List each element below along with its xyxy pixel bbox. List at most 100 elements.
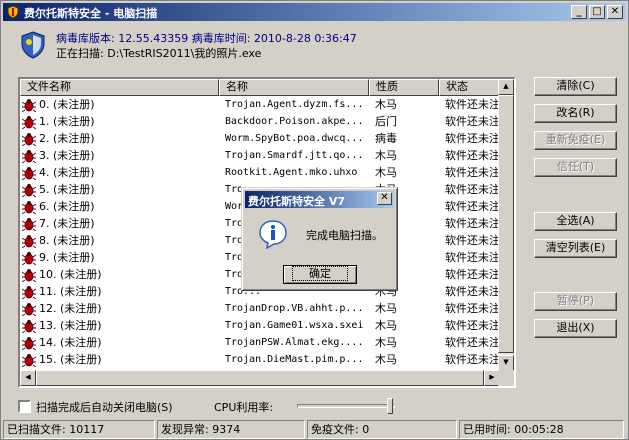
threat-type-cell: 木马 [375,98,397,111]
file-cell: 6. (未注册) [20,198,219,215]
column-header-type[interactable]: 性质 [369,79,439,96]
file-cell: 5. (未注册) [20,181,219,198]
scroll-up-arrow-icon[interactable]: ▲ [498,79,514,95]
horizontal-scrollbar[interactable]: ◀ ▶ [20,370,500,386]
auto-shutdown-checkbox[interactable] [18,400,31,413]
file-name: 6. (未注册) [39,200,95,213]
table-row[interactable]: 1. (未注册) Backdoor.Poison.akpe... 后门 软件还未注 [20,113,500,130]
file-cell: 8. (未注册) [20,232,219,249]
scroll-corner [498,370,514,386]
status-cell: 软件还未注 [445,98,500,111]
file-name: 13. (未注册) [39,319,102,332]
scanned-label: 已扫描文件: [7,423,66,436]
column-header-status[interactable]: 状态 [439,79,500,96]
dialog-message: 完成电脑扫描。 [306,229,383,242]
clear-button[interactable]: 清除(C) [534,77,617,96]
status-cell: 软件还未注 [445,217,500,230]
found-count: 9374 [212,423,241,436]
db-version: 12.55.43359 [118,32,189,45]
status-cell: 软件还未注 [445,268,500,281]
auto-shutdown-label[interactable]: 扫描完成后自动关闭电脑(S) [36,399,173,415]
file-name: 2. (未注册) [39,132,95,145]
column-header-name[interactable]: 名称 [219,79,369,96]
title-bar[interactable]: 费尔托斯特安全 - 电脑扫描 _ □ ✕ [3,3,626,21]
vertical-scrollbar[interactable]: ▲ ▼ [498,79,514,371]
table-row[interactable]: 0. (未注册) Trojan.Agent.dyzm.fs... 木马 软件还未注 [20,96,500,113]
file-name: 15. (未注册) [39,353,102,366]
file-cell: 1. (未注册) [20,113,219,130]
table-row[interactable]: 3. (未注册) Trojan.Smardf.jtt.qo... 木马 软件还未注 [20,147,500,164]
trust-button[interactable]: 信任(T) [534,158,617,177]
bug-icon [22,353,36,367]
threat-name-cell: Trojan.DieMast.pim.p... [225,354,364,365]
re-immune-button[interactable]: 重新免疫(E) [534,131,617,150]
file-cell: 7. (未注册) [20,215,219,232]
dialog-title-bar[interactable]: 费尔托斯特安全 V7 ✕ [245,191,394,208]
column-header-file[interactable]: 文件名称 [20,79,219,96]
threat-type-cell: 木马 [375,166,397,179]
db-time: 2010-8-28 0:36:47 [253,32,357,45]
clear-list-button[interactable]: 清空列表(E) [534,239,617,258]
vertical-scroll-thumb[interactable] [498,95,514,353]
threat-name-cell: Trojan.Game01.wsxa.sxei [225,320,364,331]
threat-name-cell: Worm.SpyBot.poa.dwcq... [225,133,364,144]
ok-label: 确定 [292,266,348,281]
minimize-button[interactable]: _ [571,5,587,19]
status-cell: 软件还未注 [445,200,500,213]
db-info-line: 病毒库版本: 12.55.43359 病毒库时间: 2010-8-28 0:36… [56,30,357,46]
threat-name-cell: Rootkit.Agent.mko.uhxo [225,167,358,178]
bug-icon [22,217,36,231]
table-row[interactable]: 12. (未注册) TrojanDrop.VB.ahht.p... 木马 软件还未注 [20,300,500,317]
scroll-down-arrow-icon[interactable]: ▼ [498,355,514,371]
info-icon [259,220,287,249]
table-row[interactable]: 13. (未注册) Trojan.Game01.wsxa.sxei 木马 软件还未注 [20,317,500,334]
status-cell: 软件还未注 [445,234,500,247]
scanned-count: 10117 [69,423,105,436]
bug-icon [22,115,36,129]
cpu-slider-thumb[interactable] [387,398,394,414]
scroll-left-arrow-icon[interactable]: ◀ [20,370,36,386]
scan-info: 病毒库版本: 12.55.43359 病毒库时间: 2010-8-28 0:36… [19,28,619,64]
threat-name-cell: Trojan.Smardf.jtt.qo... [225,150,364,161]
table-row[interactable]: 2. (未注册) Worm.SpyBot.poa.dwcq... 病毒 软件还未注 [20,130,500,147]
status-cell: 软件还未注 [445,132,500,145]
maximize-button[interactable]: □ [589,5,605,19]
dialog-close-button[interactable]: ✕ [377,192,392,205]
rename-button[interactable]: 改名(R) [534,104,617,123]
close-button[interactable]: ✕ [607,5,623,19]
file-name: 8. (未注册) [39,234,95,247]
status-elapsed: 已用时间: 00:05:28 [459,420,624,439]
exit-button[interactable]: 退出(X) [534,319,617,338]
window-title: 费尔托斯特安全 - 电脑扫描 [24,7,158,20]
dialog-ok-button[interactable]: 确定 [283,265,357,284]
threat-name-cell: TrojanPSW.Almat.ekg.... [225,337,364,348]
bug-icon [22,251,36,265]
threat-type-cell: 木马 [375,336,397,349]
bug-icon [22,98,36,112]
select-all-button[interactable]: 全选(A) [534,212,617,231]
bug-icon [22,234,36,248]
options-bar: 扫描完成后自动关闭电脑(S) CPU利用率: [1,396,629,416]
scanning-label: 正在扫描: [56,47,104,60]
status-cell: 软件还未注 [445,319,500,332]
file-name: 3. (未注册) [39,149,95,162]
status-cell: 软件还未注 [445,183,500,196]
table-row[interactable]: 14. (未注册) TrojanPSW.Almat.ekg.... 木马 软件还未注 [20,334,500,351]
table-row[interactable]: 15. (未注册) Trojan.DieMast.pim.p... 木马 软件还未注 [20,351,500,368]
status-cell: 软件还未注 [445,285,500,298]
cpu-slider-track[interactable] [297,404,395,408]
status-cell: 软件还未注 [445,353,500,366]
threat-type-cell: 木马 [375,353,397,366]
file-name: 12. (未注册) [39,302,102,315]
status-bar: 已扫描文件: 10117 发现异常: 9374 免疫文件: 0 已用时间: 00… [3,420,626,439]
file-cell: 9. (未注册) [20,249,219,266]
horizontal-scroll-thumb[interactable] [36,370,484,386]
pause-button[interactable]: 暂停(P) [534,292,617,311]
table-row[interactable]: 4. (未注册) Rootkit.Agent.mko.uhxo 木马 软件还未注 [20,164,500,181]
scanning-line: 正在扫描: D:\TestRIS2011\我的照片.exe [56,45,261,61]
file-name: 5. (未注册) [39,183,95,196]
bug-icon [22,200,36,214]
bug-icon [22,149,36,163]
db-time-label: 病毒库时间: [191,32,251,45]
threat-name-cell: Backdoor.Poison.akpe... [225,116,364,127]
